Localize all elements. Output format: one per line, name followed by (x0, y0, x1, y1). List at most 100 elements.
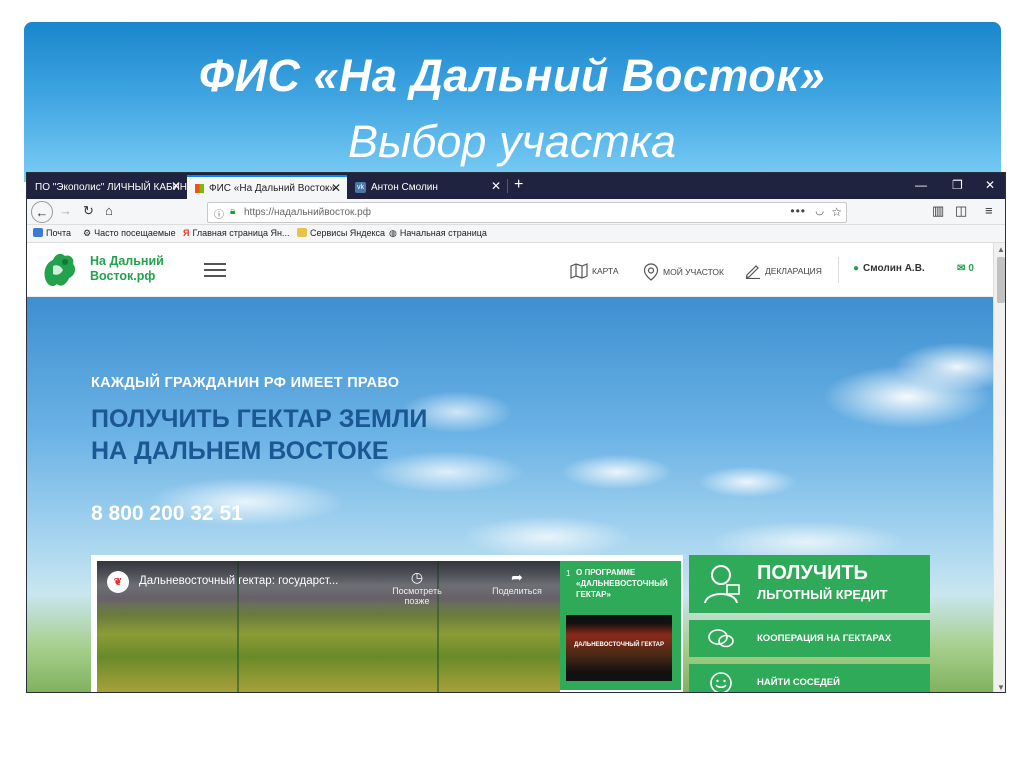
bookmark-start-page[interactable]: ◍ Начальная страница (389, 228, 487, 239)
user-account[interactable]: ● Смолин А.В. (853, 263, 925, 274)
tab-fis[interactable]: ФИС «На Дальний Восток» ✕ (187, 175, 347, 199)
playlist-panel[interactable]: 1 О ПРОГРАММЕ «ДАЛЬНЕВОСТОЧНЫЙ ГЕКТАР» Д… (560, 561, 681, 690)
watch-later-label: Посмотреть позже (392, 586, 442, 606)
scroll-down-arrow-icon[interactable]: ▼ (997, 683, 1005, 692)
website-viewport: На Дальний Восток.рф КАРТА МОЙ УЧАСТОК Д… (27, 243, 993, 692)
library-icon[interactable]: ▥ (932, 203, 944, 219)
header-divider (838, 257, 839, 283)
tab-divider (507, 179, 508, 193)
bookmark-frequent[interactable]: ⚙ Часто посещаемые (83, 228, 176, 239)
vk-icon: vk (355, 181, 366, 193)
bookmark-label: Начальная страница (399, 228, 487, 238)
playlist-title[interactable]: О ПРОГРАММЕ «ДАЛЬНЕВОСТОЧНЫЙ ГЕКТАР» (576, 567, 676, 600)
close-icon[interactable]: ✕ (171, 179, 181, 193)
messages-count: 0 (968, 263, 974, 274)
globe-icon: ◍ (389, 228, 397, 238)
pocket-icon[interactable]: ◡ (815, 206, 824, 217)
home-icon[interactable]: ⌂ (105, 203, 113, 218)
scroll-up-arrow-icon[interactable]: ▲ (997, 245, 1005, 254)
smiling-face-icon (710, 672, 732, 692)
video-title[interactable]: Дальневосточный гектар: государст... (139, 575, 338, 587)
bookmark-mail[interactable]: Почта (33, 228, 71, 238)
info-icon[interactable]: ⓘ (214, 206, 224, 221)
far-east-map-logo-icon[interactable] (39, 248, 79, 292)
window-close-icon[interactable]: ✕ (985, 178, 995, 192)
credit-cta-line1: ПОЛУЧИТЬ (757, 562, 868, 584)
logo-line: На Дальний (90, 254, 164, 268)
slide-subtitle: Выбор участка (347, 116, 677, 167)
restore-icon[interactable]: ❐ (952, 178, 963, 192)
sidebar-icon[interactable]: ◫ (955, 203, 967, 219)
hero-heading-line: НА ДАЛЬНЕМ ВОСТОКЕ (91, 437, 389, 465)
tab-ecopolis[interactable]: ПО "Экополис" ЛИЧНЫЙ КАБИНЕ ✕ (27, 175, 187, 199)
page-actions-icon[interactable]: ••• (790, 204, 806, 218)
nav-map-label: КАРТА (592, 266, 619, 276)
reload-icon[interactable]: ↻ (83, 203, 94, 219)
user-icon: ● (853, 263, 860, 274)
location-pin-icon (643, 263, 659, 281)
tab-label: ФИС «На Дальний Восток» (209, 182, 335, 194)
slide-title: ФИС «На Дальний Восток» (198, 50, 826, 101)
user-name-label: Смолин А.В. (863, 263, 925, 274)
bookmark-yandex-services[interactable]: Сервисы Яндекса (297, 228, 385, 238)
tab-bar: ПО "Экополис" ЛИЧНЫЙ КАБИНЕ ✕ ФИС «На Да… (27, 173, 1005, 199)
bookmark-yandex-home[interactable]: Я Главная страница Ян... (183, 228, 290, 238)
share-arrow-icon: ➦ (511, 569, 523, 585)
tab-label: ПО "Экополис" ЛИЧНЫЙ КАБИНЕ (35, 181, 187, 193)
nav-map[interactable]: КАРТА (570, 263, 619, 279)
share-button[interactable]: ➦ Поделиться (482, 569, 552, 596)
preferential-credit-button[interactable]: ПОЛУЧИТЬ ЛЬГОТНЫЙ КРЕДИТ (689, 555, 930, 613)
share-label: Поделиться (492, 586, 542, 596)
browser-window: ПО "Экополис" ЛИЧНЫЙ КАБИНЕ ✕ ФИС «На Да… (26, 172, 1006, 693)
bookmark-star-icon[interactable]: ☆ (831, 205, 842, 219)
yandex-icon: Я (183, 228, 190, 238)
clock-icon: ◷ (410, 569, 424, 585)
bookmark-label: Часто посещаемые (94, 228, 176, 238)
watch-later-button[interactable]: ◷ Посмотреть позже (382, 569, 452, 606)
channel-logo-icon[interactable]: ❦ (107, 571, 129, 593)
bookmarks-bar: Почта ⚙ Часто посещаемые Я Главная страниц… (27, 225, 1005, 243)
page-scrollbar[interactable]: ▲ ▼ (993, 243, 1005, 692)
youtube-video-player[interactable]: ❦ Дальневосточный гектар: государст... ◷… (97, 561, 560, 692)
thumbnail-caption: ДАЛЬНЕВОСТОЧНЫЙ ГЕКТАР (574, 642, 664, 648)
tab-vk[interactable]: vk Антон Смолин ✕ (347, 175, 507, 199)
messages-button[interactable]: ✉ 0 (957, 263, 974, 274)
nav-my-plot[interactable]: МОЙ УЧАСТОК (643, 263, 724, 281)
find-neighbors-button[interactable]: НАЙТИ СОСЕДЕЙ (689, 664, 930, 692)
site-logo-text[interactable]: На Дальний Восток.рф (90, 254, 180, 284)
site-header: На Дальний Восток.рф КАРТА МОЙ УЧАСТОК Д… (27, 243, 993, 297)
hero-heading-line: ПОЛУЧИТЬ ГЕКТАР ЗЕМЛИ (91, 405, 428, 433)
close-icon[interactable]: ✕ (331, 181, 341, 195)
url-text[interactable]: https://надальнийвосток.рф (244, 207, 371, 218)
navigation-toolbar: ← → ↻ ⌂ ⓘ 🔒︎ https://надальнийвосток.рф … (27, 199, 1005, 225)
menu-icon[interactable]: ≡ (985, 203, 993, 218)
bookmark-label: Почта (46, 228, 71, 238)
hero-heading: ПОЛУЧИТЬ ГЕКТАР ЗЕМЛИ НА ДАЛЬНЕМ ВОСТОКЕ (91, 403, 511, 467)
scroll-thumb[interactable] (997, 257, 1005, 303)
credit-cta-line2: ЛЬГОТНЫЙ КРЕДИТ (757, 587, 888, 602)
nav-declaration[interactable]: ДЕКЛАРАЦИЯ (745, 263, 822, 279)
hamburger-menu-icon[interactable] (204, 263, 226, 277)
minimize-icon[interactable]: — (915, 178, 927, 192)
back-arrow-icon[interactable]: ← (31, 201, 53, 223)
cooperation-label: КООПЕРАЦИЯ НА ГЕКТАРАХ (757, 633, 892, 644)
logo-line: Восток.рф (90, 269, 156, 283)
chat-bubbles-icon (708, 629, 734, 648)
cooperation-button[interactable]: КООПЕРАЦИЯ НА ГЕКТАРАХ (689, 620, 930, 657)
playlist-thumbnail[interactable]: ДАЛЬНЕВОСТОЧНЫЙ ГЕКТАР (566, 615, 672, 681)
address-bar[interactable]: ⓘ 🔒︎ https://надальнийвосток.рф ••• ◡ ☆ (207, 202, 847, 223)
gear-icon: ⚙ (83, 228, 92, 238)
playlist-number: 1 (566, 569, 571, 578)
video-widget: ❦ Дальневосточный гектар: государст... ◷… (91, 555, 683, 692)
find-neighbors-label: НАЙТИ СОСЕДЕЙ (757, 677, 840, 688)
windows-logo-icon (195, 183, 204, 193)
map-icon (570, 263, 588, 279)
nav-my-plot-label: МОЙ УЧАСТОК (663, 267, 724, 277)
pencil-icon (745, 265, 760, 279)
new-tab-plus-icon[interactable]: + (514, 176, 523, 194)
forward-arrow-icon[interactable]: → (59, 203, 72, 218)
tab-label: Антон Смолин (371, 181, 438, 193)
hotline-phone[interactable]: 8 800 200 32 51 (91, 502, 243, 526)
close-icon[interactable]: ✕ (491, 179, 501, 193)
hero-kicker: КАЖДЫЙ ГРАЖДАНИН РФ ИМЕЕТ ПРАВО (91, 375, 400, 391)
